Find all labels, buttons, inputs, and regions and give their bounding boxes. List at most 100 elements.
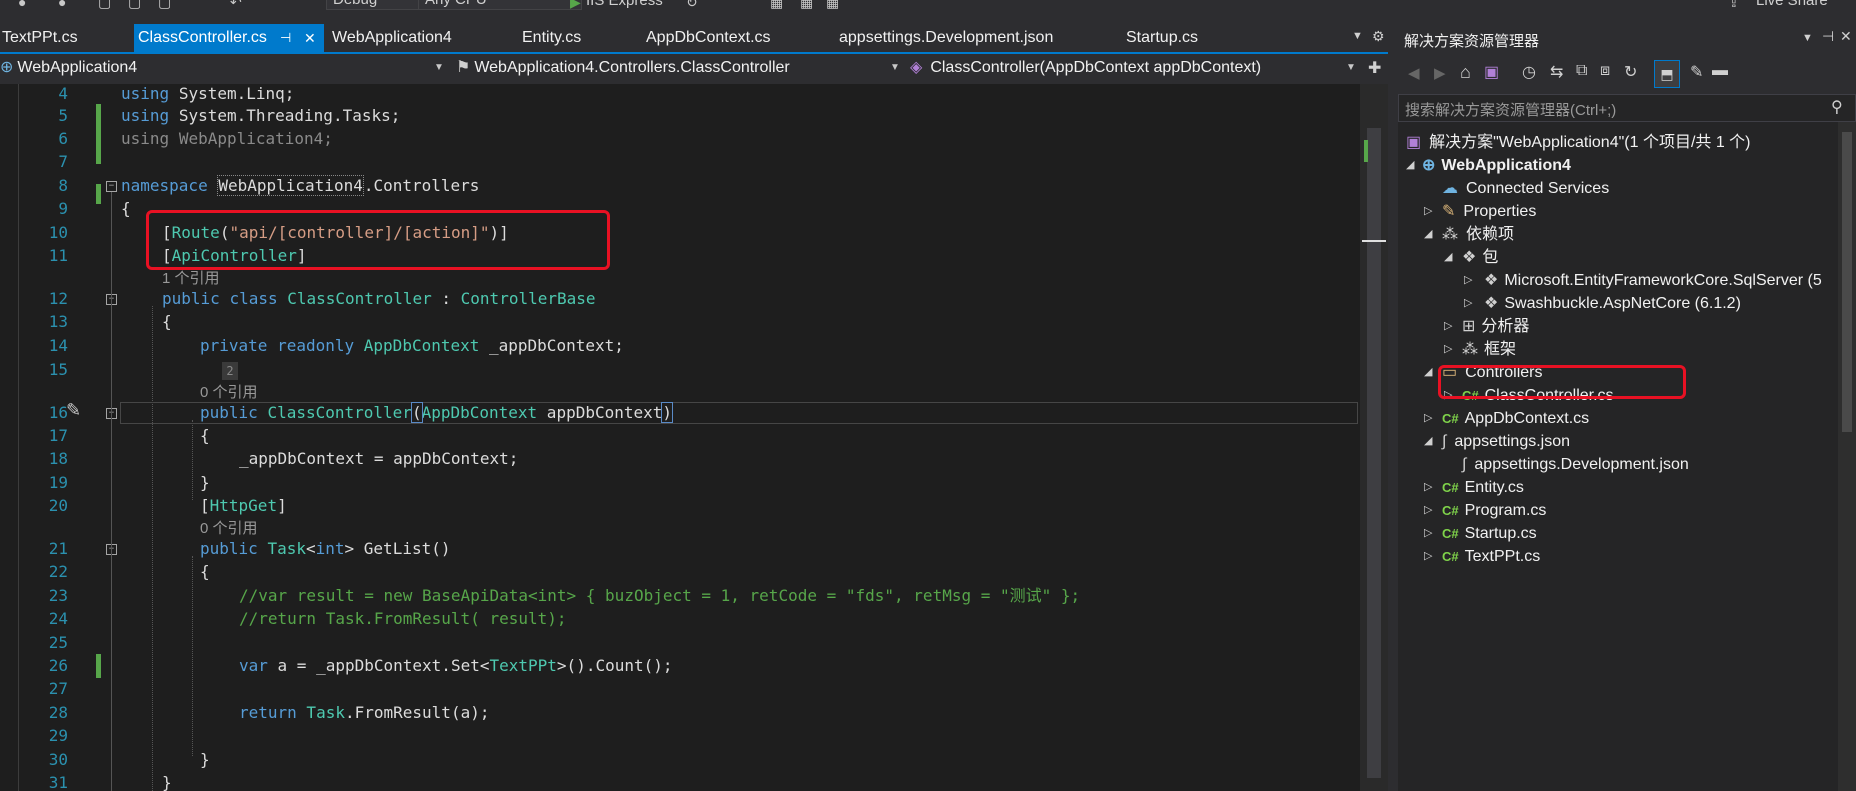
split-editor-icon[interactable]: ✚ xyxy=(1368,58,1381,78)
package-icon: ❖ xyxy=(1484,272,1499,289)
close-icon[interactable]: ✕ xyxy=(304,24,316,52)
expand-arrow-icon[interactable]: ◢ xyxy=(1444,246,1452,269)
tree-item-analyzers[interactable]: ⊞ 分析器 xyxy=(1462,315,1529,338)
run-target[interactable]: IIS Express xyxy=(586,0,663,9)
pin-icon[interactable]: ⊣ xyxy=(1822,28,1834,45)
collapse-arrow-icon[interactable]: ▷ xyxy=(1424,407,1432,430)
chevron-down-icon[interactable]: ▼ xyxy=(434,56,444,80)
bookmark-icon[interactable]: ▦ xyxy=(800,0,813,11)
expand-arrow-icon[interactable]: ◢ xyxy=(1406,154,1414,177)
tree-item-packages[interactable]: ❖ 包 xyxy=(1462,246,1498,269)
tree-item-appsettings[interactable]: ∫ appsettings.json xyxy=(1442,430,1570,453)
search-placeholder: 搜索解决方案资源管理器(Ctrl+;) xyxy=(1405,102,1617,119)
tab-appdbcontext[interactable]: AppDbContext.cs xyxy=(646,24,771,52)
sync-icon[interactable]: ⇆ xyxy=(1550,62,1563,82)
tree-item-program[interactable]: C# Program.cs xyxy=(1442,499,1546,522)
expand-arrow-icon[interactable]: ◢ xyxy=(1424,430,1432,453)
tree-item-solution[interactable]: ▣ 解决方案"WebApplication4"(1 个项目/共 1 个) xyxy=(1406,131,1751,154)
angle: < xyxy=(305,539,316,558)
platform-dropdown[interactable]: Any CPU xyxy=(418,0,582,10)
switch-views-icon[interactable]: ▣ xyxy=(1484,62,1499,82)
close-icon[interactable]: ✕ xyxy=(1840,28,1852,45)
project-dropdown[interactable]: ⊕ WebApplication4 xyxy=(0,56,446,80)
fold-toggle[interactable]: − xyxy=(106,181,117,192)
run-icon[interactable]: ▶ xyxy=(570,0,581,11)
tree-item-startup[interactable]: C# Startup.cs xyxy=(1442,522,1537,545)
collapse-arrow-icon[interactable]: ▷ xyxy=(1424,476,1432,499)
collapse-arrow-icon[interactable]: ▷ xyxy=(1444,315,1452,338)
member-dropdown[interactable]: ◈ ClassController(AppDbContext appDbConte… xyxy=(910,56,1354,80)
pending-changes-icon[interactable]: ◷ xyxy=(1522,62,1536,82)
tab-webapplication4[interactable]: WebApplication4 xyxy=(332,24,452,52)
forward-icon[interactable]: ● xyxy=(58,0,66,10)
scrollbar-thumb[interactable] xyxy=(1842,132,1852,432)
tree-item-appdbcontext[interactable]: C# AppDbContext.cs xyxy=(1442,407,1589,430)
comment-icon[interactable]: ▦ xyxy=(826,0,839,11)
collapse-arrow-icon[interactable]: ▷ xyxy=(1464,269,1472,292)
tab-overflow-icon[interactable]: ▼ xyxy=(1352,30,1363,42)
home-icon[interactable]: ⌂ xyxy=(1460,62,1471,83)
line-number: 20 xyxy=(48,496,68,515)
show-all-files-icon[interactable]: ⧈ xyxy=(1600,62,1610,80)
codelens-references[interactable]: 1 个引用 xyxy=(162,270,220,288)
live-share-button[interactable]: Live Share xyxy=(1756,0,1828,9)
search-icon[interactable]: ⚲ xyxy=(1831,97,1843,117)
save-icon[interactable]: ▢ xyxy=(158,0,171,11)
tab-classcontroller[interactable]: ClassController.cs ⊣ ✕ xyxy=(134,24,324,52)
tree-item-frameworks[interactable]: ⁂ 框架 xyxy=(1462,338,1516,361)
chevron-down-icon[interactable]: ▼ xyxy=(890,56,900,80)
chevron-down-icon[interactable]: ▼ xyxy=(1802,32,1813,44)
tab-textppt[interactable]: TextPPt.cs xyxy=(2,24,78,52)
forward-icon[interactable]: ▶ xyxy=(1434,64,1446,82)
refresh-icon[interactable]: ↻ xyxy=(686,0,698,11)
collapse-arrow-icon[interactable]: ▷ xyxy=(1424,499,1432,522)
type-name: Task xyxy=(267,539,306,558)
collapse-arrow-icon[interactable]: ▷ xyxy=(1424,522,1432,545)
collapse-arrow-icon[interactable]: ▷ xyxy=(1424,545,1432,568)
back-icon[interactable]: ◀ xyxy=(1408,64,1420,82)
chevron-down-icon[interactable]: ▼ xyxy=(1346,56,1356,80)
tree-item-package-swashbuckle[interactable]: ❖ Swashbuckle.AspNetCore (6.1.2) xyxy=(1484,292,1741,315)
collapse-arrow-icon[interactable]: ▷ xyxy=(1444,338,1452,361)
tab-startup[interactable]: Startup.cs xyxy=(1126,24,1198,52)
open-file-icon[interactable]: ▢ xyxy=(128,0,141,11)
dot: . xyxy=(344,703,355,722)
expand-arrow-icon[interactable]: ◢ xyxy=(1424,361,1432,384)
back-icon[interactable]: ● xyxy=(18,0,26,10)
wrench-icon[interactable]: ✎ xyxy=(1690,62,1703,82)
new-file-icon[interactable]: ▢ xyxy=(98,0,111,11)
tree-item-appsettings-development[interactable]: ∫ appsettings.Development.json xyxy=(1462,453,1689,476)
debug-icon[interactable]: ▦ xyxy=(770,0,783,11)
tree-item-properties[interactable]: ✎ Properties xyxy=(1442,200,1536,223)
tree-item-package-efcore[interactable]: ❖ Microsoft.EntityFrameworkCore.SqlServer… xyxy=(1484,269,1822,292)
pin-icon[interactable]: ⊣ xyxy=(280,24,291,52)
collapse-arrow-icon[interactable]: ▷ xyxy=(1464,292,1472,315)
tree-item-dependencies[interactable]: ⁂ 依赖项 xyxy=(1442,223,1514,246)
tree-item-connected-services[interactable]: ☁ Connected Services xyxy=(1442,177,1609,200)
collapse-arrow-icon[interactable]: ▷ xyxy=(1424,200,1432,223)
live-share-icon[interactable]: ⇪ xyxy=(1728,0,1740,11)
tab-appsettings-development[interactable]: appsettings.Development.json xyxy=(839,24,1053,52)
tree-item-project[interactable]: ⊕ WebApplication4 xyxy=(1422,154,1571,177)
codelens-references[interactable]: 0 个引用 xyxy=(200,520,258,538)
gear-icon[interactable]: ⚙ xyxy=(1372,28,1385,45)
undo-icon[interactable]: ↶ xyxy=(230,0,242,11)
code-editor[interactable]: 4 5 6 7 8 9 10 11 12 13 14 15 16 17 18 1… xyxy=(0,84,1388,791)
editor-scrollbar[interactable] xyxy=(1360,84,1388,791)
tab-entity[interactable]: Entity.cs xyxy=(522,24,581,52)
expand-arrow-icon[interactable]: ◢ xyxy=(1424,223,1432,246)
preview-icon[interactable]: ▬ xyxy=(1712,62,1728,80)
config-dropdown[interactable]: Debug xyxy=(326,0,420,10)
collapse-all-icon[interactable]: ⧉ xyxy=(1576,62,1587,80)
refresh-icon[interactable]: ↻ xyxy=(1624,62,1637,82)
solution-search-box[interactable]: 搜索解决方案资源管理器(Ctrl+;) ⚲ xyxy=(1398,94,1856,122)
codelens-references[interactable]: 0 个引用 xyxy=(200,384,258,402)
explorer-scrollbar[interactable] xyxy=(1838,122,1856,791)
tree-item-entity[interactable]: C# Entity.cs xyxy=(1442,476,1524,499)
class-dropdown[interactable]: ⚑ WebApplication4.Controllers.ClassContro… xyxy=(456,56,900,80)
scrollbar-thumb[interactable] xyxy=(1367,128,1381,778)
quick-actions-icon[interactable]: ✎ xyxy=(66,400,81,421)
track-active-item-button[interactable]: ⬒ xyxy=(1654,60,1680,88)
tree-item-textppt[interactable]: C# TextPPt.cs xyxy=(1442,545,1540,568)
panel-splitter[interactable] xyxy=(1388,24,1398,791)
